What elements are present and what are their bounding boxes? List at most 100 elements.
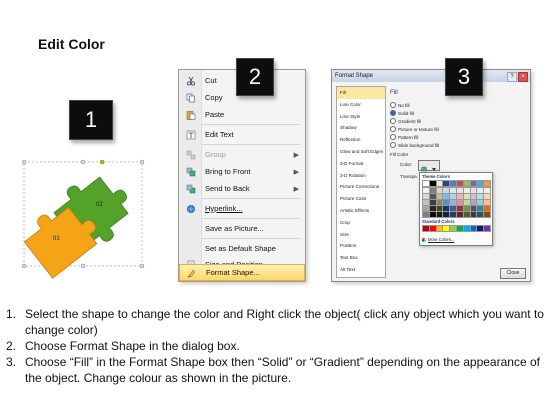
step-number: 1. (6, 307, 17, 321)
color-swatch[interactable] (483, 211, 492, 218)
radio-pattern-fill[interactable]: Pattern fill (390, 134, 418, 140)
radio-solid-fill[interactable]: Solid fill (390, 110, 414, 116)
radio-picture-fill[interactable]: Picture or texture fill (390, 126, 439, 132)
menu-item-send-to-back[interactable]: Send to Back ▶ (179, 180, 305, 197)
piece-label-01: 01 (53, 236, 60, 242)
hyperlink-icon (183, 202, 199, 216)
menu-separator (201, 238, 301, 239)
transparency-label: Transpa (400, 174, 417, 179)
radio-button (390, 142, 396, 148)
menu-label: Send to Back (205, 184, 250, 193)
radio-button (390, 110, 396, 116)
resize-handle[interactable] (21, 159, 27, 165)
category-item[interactable]: Picture Corrections (337, 181, 385, 193)
radio-button (390, 102, 396, 108)
fill-color-dropdown[interactable] (418, 160, 440, 174)
resize-handle[interactable] (80, 159, 86, 165)
piece-label-02: 02 (96, 202, 103, 208)
radio-button (390, 118, 396, 124)
close-button[interactable]: Close (500, 268, 526, 279)
submenu-arrow-icon: ▶ (293, 185, 299, 193)
category-item[interactable]: Crop (337, 217, 385, 229)
category-item[interactable]: Text Box (337, 252, 385, 264)
resize-handle[interactable] (139, 263, 145, 269)
category-item[interactable]: Glow and Soft Edges (337, 146, 385, 158)
paste-icon (183, 108, 199, 122)
format-shape-icon (184, 266, 200, 280)
category-item[interactable]: Artistic Effects (337, 205, 385, 217)
radio-label: Gradient fill (398, 118, 422, 124)
color-swatch[interactable] (483, 225, 492, 232)
menu-label: Save as Picture... (205, 224, 264, 233)
menu-item-hyperlink[interactable]: Hyperlink... (179, 200, 305, 217)
theme-colors-heading: Theme Colors (422, 174, 450, 179)
puzzle-illustration[interactable]: 02 01 (20, 150, 150, 280)
step-badge-2: 2 (236, 58, 274, 96)
category-item[interactable]: Shadow (337, 122, 385, 134)
category-item[interactable]: Size (337, 229, 385, 241)
radio-button (390, 134, 396, 140)
radio-no-fill[interactable]: No fill (390, 102, 410, 108)
radio-label: Slide background fill (398, 142, 440, 148)
menu-separator (201, 124, 301, 125)
category-item[interactable]: Fill (337, 87, 385, 99)
category-item[interactable]: 3-D Format (337, 158, 385, 170)
group-icon (183, 148, 199, 162)
color-label: Color: (400, 162, 413, 167)
instruction-step-1: 1. Select the shape to change the color a… (0, 306, 560, 338)
color-swatch[interactable] (483, 180, 492, 187)
more-colors-option[interactable]: More Colors... (422, 237, 454, 242)
menu-item-set-default-shape[interactable]: Set as Default Shape (179, 240, 305, 257)
menu-item-group[interactable]: Group ▶ (179, 146, 305, 163)
radio-label: Picture or texture fill (398, 126, 439, 132)
menu-item-edit-text[interactable]: Edit Text (179, 126, 305, 143)
category-item[interactable]: 3-D Rotation (337, 170, 385, 182)
resize-handle[interactable] (80, 263, 86, 269)
instruction-step-3: 3. Choose “Fill” in the Format Shape box … (0, 354, 560, 386)
menu-item-format-shape[interactable]: Format Shape... (179, 264, 305, 281)
menu-label: Hyperlink... (205, 204, 243, 213)
category-item[interactable]: Reflection (337, 134, 385, 146)
step-text: Choose “Fill” in the Format Shape box th… (25, 355, 540, 385)
rotate-handle[interactable] (99, 159, 105, 165)
resize-handle[interactable] (21, 263, 27, 269)
standard-colors-heading: Standard Colors (422, 219, 455, 224)
instruction-step-2: 2. Choose Format Shape in the dialog box. (0, 338, 560, 354)
radio-gradient-fill[interactable]: Gradient fill (390, 118, 421, 124)
color-palette-dropdown: Theme Colors Standard Colors More Colors… (419, 172, 493, 246)
step-text: Select the shape to change the color and… (25, 307, 544, 337)
step-badge-3: 3 (445, 58, 483, 96)
scissors-icon (183, 74, 199, 88)
menu-label: Copy (205, 93, 223, 102)
help-icon[interactable]: ? (507, 72, 517, 82)
copy-icon (183, 91, 199, 105)
step-badge-1: 1 (69, 100, 113, 140)
category-item[interactable]: Line Color (337, 99, 385, 111)
radio-slide-background-fill[interactable]: Slide background fill (390, 142, 439, 148)
puzzle-graphic: 02 01 (21, 159, 145, 279)
dialog-title: Format Shape (335, 73, 374, 79)
category-item[interactable]: Alt Text (337, 264, 385, 276)
menu-item-paste[interactable]: Paste (179, 106, 305, 123)
radio-label: No fill (398, 102, 410, 108)
close-icon[interactable]: × (518, 72, 528, 82)
menu-item-save-as-picture[interactable]: Save as Picture... (179, 220, 305, 237)
category-item[interactable]: Picture Color (337, 193, 385, 205)
category-item[interactable]: Position (337, 240, 385, 252)
more-colors-label: More Colors... (428, 237, 455, 242)
menu-label: Cut (205, 76, 217, 85)
radio-label: Pattern fill (398, 134, 419, 140)
category-item[interactable]: Line Style (337, 111, 385, 123)
menu-item-bring-to-front[interactable]: Bring to Front ▶ (179, 163, 305, 180)
fill-heading: Fill (390, 90, 398, 96)
bring-front-icon (183, 165, 199, 179)
edit-text-icon (183, 128, 199, 142)
menu-separator (201, 144, 301, 145)
menu-label: Group (205, 150, 226, 159)
resize-handle[interactable] (139, 159, 145, 165)
send-back-icon (183, 182, 199, 196)
submenu-arrow-icon: ▶ (293, 168, 299, 176)
menu-label: Set as Default Shape (205, 244, 276, 253)
context-menu: Cut Copy Paste Edit Text Group ▶ Bring t… (178, 69, 306, 282)
menu-label: Paste (205, 110, 225, 119)
